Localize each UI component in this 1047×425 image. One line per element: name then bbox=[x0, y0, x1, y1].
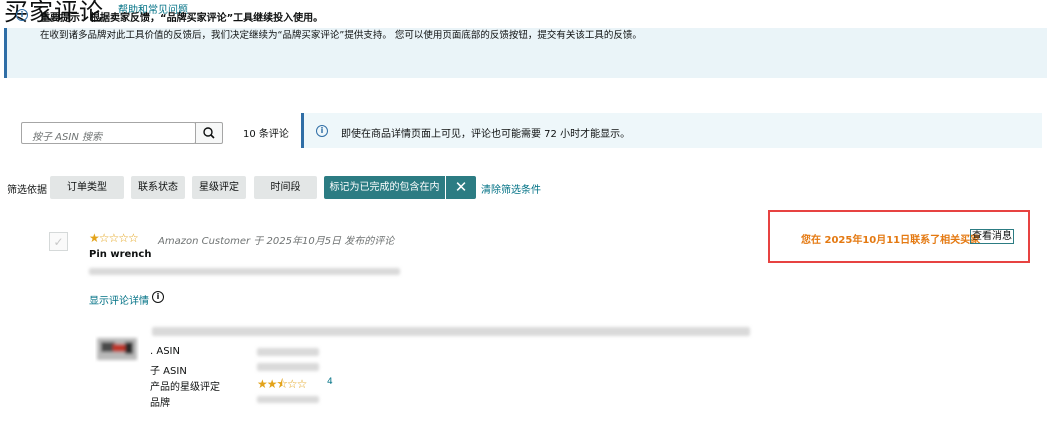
review-meta: Amazon Customer 于 2025年10月5日 发布的评论 bbox=[158, 236, 395, 247]
review-star-rating: ★☆☆☆☆ bbox=[89, 231, 139, 245]
view-message-button[interactable]: 查看消息 bbox=[970, 229, 1014, 244]
info-icon: i bbox=[16, 9, 28, 21]
contact-status-text: 您在 2025年10月11日联系了相关买家 bbox=[801, 235, 981, 246]
child-asin-label: 子 ASIN bbox=[150, 366, 187, 377]
asin-label: . ASIN bbox=[150, 346, 180, 357]
product-image-icon bbox=[97, 338, 137, 360]
remove-filter-close-icon[interactable]: ✕ bbox=[446, 176, 476, 199]
blurred-review-text bbox=[89, 268, 400, 275]
info-icon: i bbox=[316, 125, 328, 137]
filter-star-rating-button[interactable]: 星级评定 bbox=[192, 176, 246, 199]
blurred-product-title bbox=[152, 327, 750, 336]
brand-label: 品牌 bbox=[150, 398, 170, 409]
search-button[interactable] bbox=[195, 122, 223, 144]
search-icon bbox=[203, 127, 215, 139]
review-title: Pin wrench bbox=[89, 249, 152, 260]
review-checkbox[interactable]: ✓ bbox=[49, 232, 68, 251]
blurred-asin-value bbox=[257, 348, 319, 356]
show-review-details-link[interactable]: 显示评论详情 bbox=[89, 292, 149, 307]
filter-contact-status-button[interactable]: 联系状态 bbox=[131, 176, 185, 199]
product-rating-count[interactable]: 4 bbox=[327, 377, 333, 387]
clear-filters-link[interactable]: 清除筛选条件 bbox=[481, 181, 541, 196]
product-thumbnail bbox=[95, 332, 139, 368]
filter-time-period-button[interactable]: 时间段 bbox=[254, 176, 317, 199]
blurred-brand-value bbox=[257, 396, 319, 403]
info-icon[interactable]: i bbox=[152, 291, 164, 303]
product-rating-label: 产品的星级评定 bbox=[150, 382, 220, 393]
info-notice-text: 即使在商品详情页面上可见，评论也可能需要 72 小时才能显示。 bbox=[341, 129, 631, 140]
alert-heading: 重要提示：根据卖家反馈，“品牌买家评论”工具继续投入使用。 bbox=[40, 13, 324, 24]
filter-completed-included-button[interactable]: 标记为已完成的包含在内 bbox=[324, 176, 445, 199]
alert-body: 在收到诸多品牌对此工具价值的反馈后，我们决定继续为“品牌买家评论”提供支持。 您… bbox=[40, 30, 642, 41]
blurred-child-asin-value bbox=[257, 363, 319, 371]
review-count: 10 条评论 bbox=[243, 129, 289, 140]
product-rating-stars: ★★⯪☆☆ bbox=[257, 377, 307, 391]
search-input[interactable]: 按子 ASIN 搜索 bbox=[21, 122, 196, 144]
filter-label: 筛选依据 bbox=[7, 185, 47, 196]
filter-order-type-button[interactable]: 订单类型 bbox=[50, 176, 124, 199]
